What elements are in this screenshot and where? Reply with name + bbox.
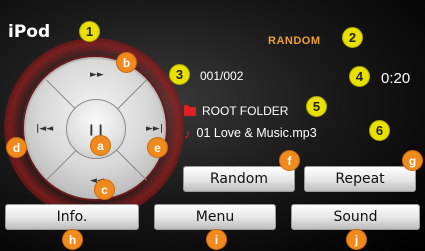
callout-c: c xyxy=(94,179,115,200)
random-mode-status: RANDOM xyxy=(268,35,321,47)
callout-a: a xyxy=(90,135,111,156)
file-name: 01 Love & Music.mp3 xyxy=(196,126,317,140)
callout-f: f xyxy=(279,150,300,171)
callout-e: e xyxy=(147,137,168,158)
callout-1: 1 xyxy=(79,21,100,42)
jog-wheel[interactable]: ►► ◄◄ |◄◄ ►►| ❙❙ xyxy=(24,57,166,199)
callout-4: 4 xyxy=(349,66,370,87)
callout-6: 6 xyxy=(369,120,390,141)
folder-icon xyxy=(184,104,196,116)
previous-track-icon[interactable]: |◄◄ xyxy=(36,125,53,134)
pause-icon: ❙❙ xyxy=(86,122,106,136)
callout-2: 2 xyxy=(342,27,363,48)
callout-j: j xyxy=(346,229,367,250)
callout-h: h xyxy=(62,229,83,250)
file-row: ♪ 01 Love & Music.mp3 xyxy=(184,126,317,140)
info-button[interactable]: Info. xyxy=(5,204,139,230)
track-counter: 001/002 xyxy=(200,69,244,83)
callout-b: b xyxy=(116,52,137,73)
callout-g: g xyxy=(402,150,423,171)
callout-5: 5 xyxy=(306,96,327,117)
fast-forward-icon[interactable]: ►► xyxy=(90,71,104,80)
repeat-button[interactable]: Repeat xyxy=(304,166,416,192)
folder-row: ROOT FOLDER xyxy=(184,104,288,118)
next-track-icon[interactable]: ►►| xyxy=(146,125,163,134)
sound-button[interactable]: Sound xyxy=(291,204,420,230)
source-title: iPod xyxy=(8,22,51,42)
menu-button[interactable]: Menu xyxy=(154,204,276,230)
ipod-player-screen: iPod RANDOM 001/002 0:20 ROOT FOLDER ♪ 0… xyxy=(0,0,425,251)
music-note-icon: ♪ xyxy=(184,125,191,141)
random-button[interactable]: Random xyxy=(183,166,295,192)
callout-3: 3 xyxy=(169,64,190,85)
callout-d: d xyxy=(6,137,27,158)
callout-i: i xyxy=(206,229,227,250)
folder-name: ROOT FOLDER xyxy=(202,104,289,118)
elapsed-time: 0:20 xyxy=(381,70,411,87)
